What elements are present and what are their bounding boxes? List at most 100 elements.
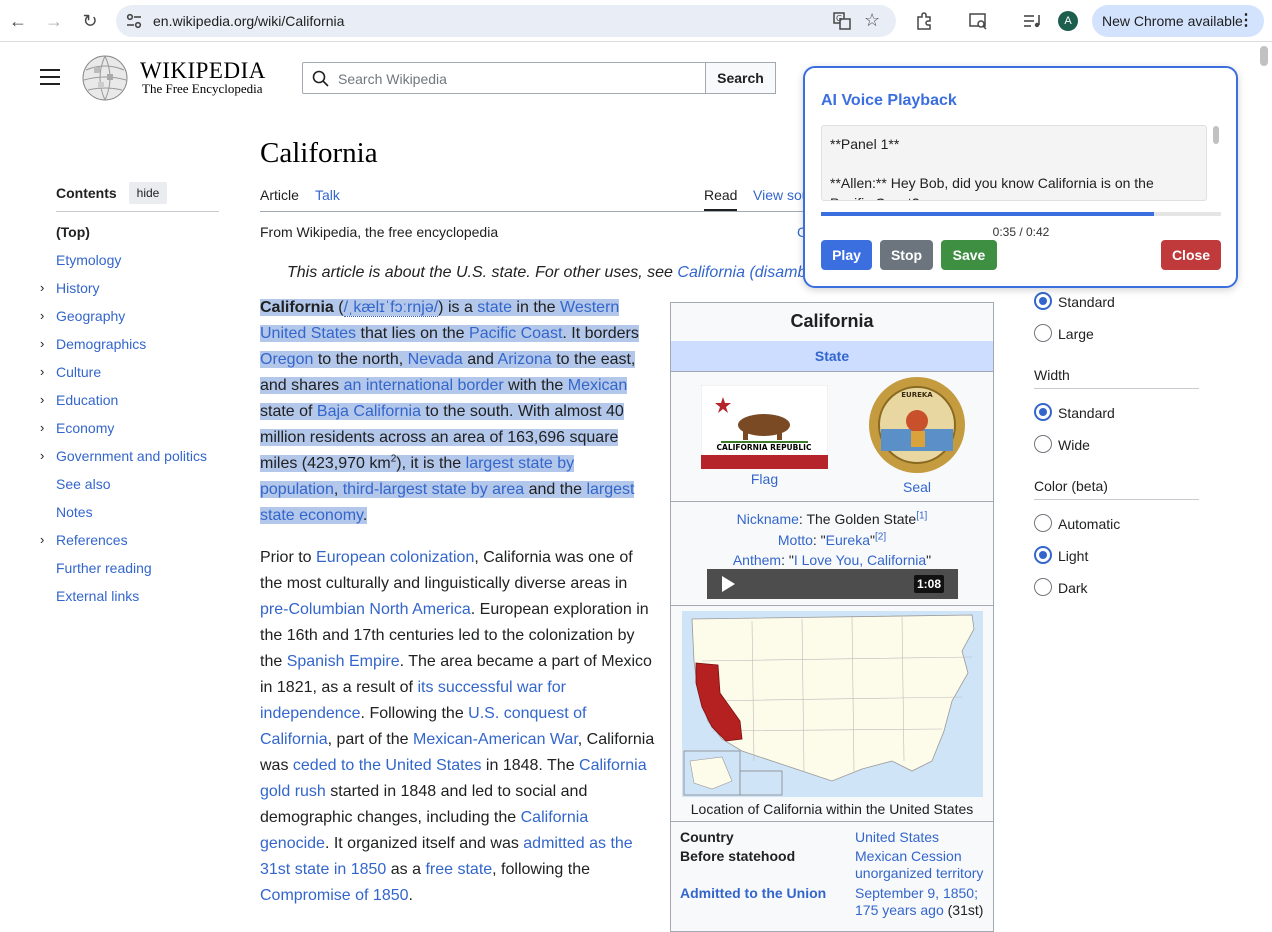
toc-item-geography[interactable]: › Geography [40,306,207,334]
link-mexican[interactable]: Mexican [568,377,628,394]
link-free-state[interactable]: free state [425,861,492,878]
nickname-label[interactable]: Nickname [737,511,799,527]
link-ceded[interactable]: ceded to the United States [293,757,482,774]
anthem-label[interactable]: Anthem [733,552,781,568]
anthem-value-link[interactable]: I Love You, California [794,552,926,568]
reload-icon[interactable]: ↻ [78,9,102,33]
tab-view-source[interactable]: View source [753,187,805,203]
tab-talk[interactable]: Talk [315,187,340,203]
tab-read[interactable]: Read [704,187,737,203]
infobox-subtitle[interactable]: State [671,341,993,371]
text: in 1848. The [481,757,580,774]
seal-caption-link[interactable]: Seal [867,479,967,495]
toc-item-education[interactable]: › Education [40,390,207,418]
width-standard-radio[interactable] [1034,403,1052,421]
chevron-right-icon[interactable]: › [40,390,44,410]
back-icon[interactable]: ← [6,9,30,33]
motto-label[interactable]: Motto [778,532,813,548]
link-baja-california[interactable]: Baja California [317,403,421,420]
color-dark-radio[interactable] [1034,578,1052,596]
toc-hide-button[interactable]: hide [129,182,167,204]
stop-button[interactable]: Stop [880,240,933,270]
california-seal-image[interactable]: EUREKA [867,375,967,475]
reference-link[interactable]: [1] [916,510,927,521]
chevron-right-icon[interactable]: › [40,334,44,354]
country-value-link[interactable]: United States [855,829,939,846]
profile-avatar[interactable]: A [1058,11,1078,31]
toc-item-notes[interactable]: Notes [40,502,207,530]
chevron-right-icon[interactable]: › [40,530,44,550]
disambiguation-link[interactable]: California (disambiguation) [677,264,810,281]
wikipedia-globe-logo[interactable] [80,54,130,102]
reference-link[interactable]: [2] [875,531,886,542]
toc-item-top[interactable]: (Top) [40,222,207,250]
link-mexican-american-war[interactable]: Mexican-American War [413,731,578,748]
mexican-cession-link[interactable]: Mexican Cession [855,848,962,865]
link-european-colonization[interactable]: European colonization [316,549,474,566]
more-menu-icon[interactable]: ⋮ [1238,5,1254,37]
search-input[interactable]: Search Wikipedia [302,62,706,94]
text-large-radio[interactable] [1034,324,1052,342]
admitted-date-link[interactable]: September 9, 1850; [855,885,978,902]
toc-item-external-links[interactable]: External links [40,586,207,614]
california-flag-image[interactable]: CALIFORNIA REPUBLIC [701,385,828,469]
translate-icon[interactable]: G [832,11,852,31]
toc-item-demographics[interactable]: › Demographics [40,334,207,362]
tab-search-icon[interactable] [968,11,988,31]
play-icon[interactable] [719,575,737,593]
link-compromise-1850[interactable]: Compromise of 1850 [260,887,409,904]
link-international-border[interactable]: an international border [344,377,504,394]
media-controls-icon[interactable] [1022,11,1042,31]
chevron-right-icon[interactable]: › [40,446,44,466]
flag-caption-link[interactable]: Flag [701,471,828,487]
text-standard-radio[interactable] [1034,292,1052,310]
toc-item-economy[interactable]: › Economy [40,418,207,446]
extensions-icon[interactable] [914,11,934,31]
ipa-link[interactable]: /ˌkælɪˈfɔːrnjə/ [343,299,439,317]
color-automatic-radio[interactable] [1034,514,1052,532]
playback-progress-bar[interactable] [821,212,1221,216]
play-button[interactable]: Play [821,240,872,270]
link-spanish-empire[interactable]: Spanish Empire [287,653,400,670]
new-chrome-available-button[interactable]: New Chrome available ⋮ [1092,5,1264,37]
motto-value-link[interactable]: Eureka [826,532,870,548]
chevron-right-icon[interactable]: › [40,418,44,438]
chevron-right-icon[interactable]: › [40,306,44,326]
script-textarea[interactable]: **Panel 1** **Allen:** Hey Bob, did you … [821,125,1207,201]
chevron-right-icon[interactable]: › [40,362,44,382]
us-location-map[interactable] [682,611,983,797]
page-scrollbar-thumb[interactable] [1260,46,1268,66]
link-nevada[interactable]: Nevada [408,351,463,368]
save-button[interactable]: Save [941,240,997,270]
toc-item-further-reading[interactable]: Further reading [40,558,207,586]
main-menu-icon[interactable] [40,69,60,87]
toc-item-etymology[interactable]: Etymology [40,250,207,278]
bookmark-star-icon[interactable]: ☆ [864,10,880,31]
close-button[interactable]: Close [1161,240,1221,270]
width-wide-radio[interactable] [1034,435,1052,453]
toc-item-see-also[interactable]: See also [40,474,207,502]
chevron-right-icon[interactable]: › [40,278,44,298]
url-text[interactable]: en.wikipedia.org/wiki/California [153,13,344,29]
years-ago-link[interactable]: 175 years ago [855,902,944,918]
toc-item-culture[interactable]: › Culture [40,362,207,390]
link-state[interactable]: state [477,299,512,316]
link-arizona[interactable]: Arizona [498,351,552,368]
site-settings-icon[interactable] [124,11,144,31]
link-third-largest-area[interactable]: third-largest state by area [343,481,524,498]
tab-article[interactable]: Article [260,187,299,203]
toc-item-references[interactable]: › References [40,530,207,558]
link-oregon[interactable]: Oregon [260,351,313,368]
forward-icon[interactable]: → [42,9,66,33]
address-bar[interactable]: en.wikipedia.org/wiki/California G ☆ [116,5,896,37]
unorganized-territory-link[interactable]: unorganized territory [855,865,983,882]
anthem-audio-player[interactable]: 1:08 [707,569,958,599]
color-light-radio[interactable] [1034,546,1052,564]
search-button[interactable]: Search [705,62,776,94]
toc-item-history[interactable]: › History [40,278,207,306]
toc-item-government[interactable]: › Government and politics [40,446,207,474]
link-pacific-coast[interactable]: Pacific Coast [469,325,562,342]
link-pre-columbian[interactable]: pre-Columbian North America [260,601,471,618]
admitted-label-link[interactable]: Admitted to the Union [680,885,826,901]
script-scrollbar-thumb[interactable] [1213,126,1219,144]
